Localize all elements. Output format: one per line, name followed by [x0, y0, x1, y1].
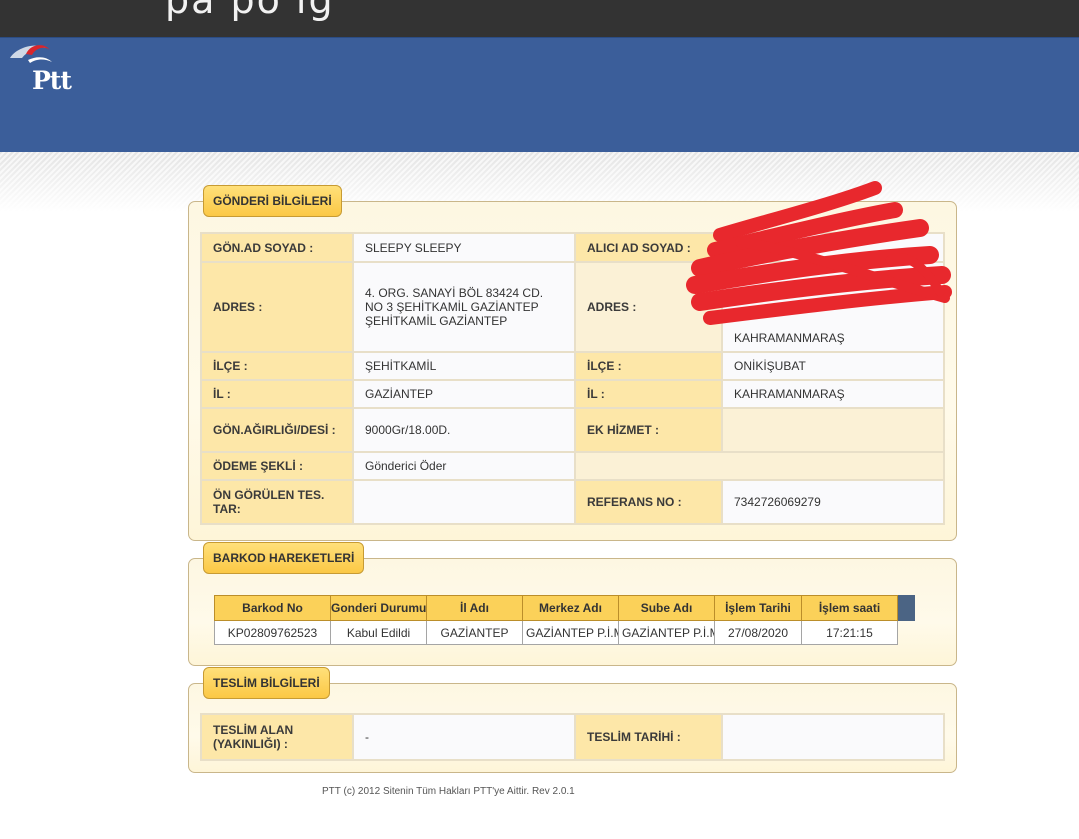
table-row: İLÇE : ŞEHİTKAMİL İLÇE : ONİKİŞUBAT: [200, 351, 945, 381]
redaction-scribble: [686, 181, 952, 325]
reference-no-label: REFERANS NO :: [574, 479, 723, 525]
teslim-table: TESLİM ALAN (YAKINLIĞI) : - TESLİM TARİH…: [200, 713, 945, 761]
table-row: ÖDEME ŞEKLİ : Gönderici Öder: [200, 451, 945, 481]
top-bar-text: pa po ig: [165, 0, 335, 22]
logo-text: Ptt: [32, 66, 72, 95]
table-row: ÖN GÖRÜLEN TES. TAR: REFERANS NO : 73427…: [200, 479, 945, 525]
receiver-city-label: İL :: [574, 379, 723, 409]
site-header: Ptt: [0, 37, 1079, 152]
ptt-logo[interactable]: Ptt: [6, 38, 86, 98]
sender-city-value: GAZİANTEP: [352, 379, 576, 409]
footer-copyright: PTT (c) 2012 Sitenin Tüm Hakları PTT'ye …: [322, 786, 575, 797]
sender-address-value: 4. ORG. SANAYİ BÖL 83424 CD. NO 3 ŞEHİTK…: [352, 261, 576, 353]
column-header[interactable]: Gonderi Durumu: [330, 595, 427, 621]
column-header[interactable]: İşlem Tarihi: [714, 595, 802, 621]
sender-district-label: İLÇE :: [200, 351, 354, 381]
column-header[interactable]: Barkod No: [214, 595, 331, 621]
status-cell: Kabul Edildi: [330, 620, 427, 645]
reference-no-value: 7342726069279: [721, 479, 945, 525]
branch-cell: GAZİANTEP P.İ.M.: [618, 620, 715, 645]
time-cell: 17:21:15: [801, 620, 898, 645]
table-row: KP02809762523 Kabul Edildi GAZİANTEP GAZ…: [214, 620, 915, 645]
sender-address-label: ADRES :: [200, 261, 354, 353]
city-cell: GAZİANTEP: [426, 620, 523, 645]
receiver-district-label: İLÇE :: [574, 351, 723, 381]
barcode-cell: KP02809762523: [214, 620, 331, 645]
recipient-value: -: [352, 713, 576, 761]
gonderi-bilgileri-title: GÖNDERİ BİLGİLERİ: [203, 185, 342, 217]
barkod-hareketleri-section: BARKOD HAREKETLERİ Barkod No Gonderi Dur…: [188, 542, 957, 666]
recipient-label: TESLİM ALAN (YAKINLIĞI) :: [200, 713, 354, 761]
sender-name-value: SLEEPY SLEEPY: [352, 232, 576, 263]
table-header-row: Barkod No Gonderi Durumu İl Adı Merkez A…: [214, 595, 915, 621]
expected-delivery-label: ÖN GÖRÜLEN TES. TAR:: [200, 479, 354, 525]
table-row: İL : GAZİANTEP İL : KAHRAMANMARAŞ: [200, 379, 945, 409]
column-header[interactable]: İl Adı: [426, 595, 523, 621]
payment-type-value: Gönderici Öder: [352, 451, 576, 481]
extra-service-label: EK HİZMET :: [574, 407, 723, 453]
weight-label: GÖN.AĞIRLIĞI/DESİ :: [200, 407, 354, 453]
delivery-date-value: [721, 713, 945, 761]
date-cell: 27/08/2020: [714, 620, 802, 645]
barcode-movements-table: Barkod No Gonderi Durumu İl Adı Merkez A…: [214, 595, 915, 645]
empty-cell: [574, 451, 945, 481]
sender-name-label: GÖN.AD SOYAD :: [200, 232, 354, 263]
teslim-bilgileri-title: TESLİM BİLGİLERİ: [203, 667, 330, 699]
sender-city-label: İL :: [200, 379, 354, 409]
receiver-district-value: ONİKİŞUBAT: [721, 351, 945, 381]
receiver-city-value: KAHRAMANMARAŞ: [721, 379, 945, 409]
expected-delivery-value: [352, 479, 576, 525]
table-scrollbar[interactable]: [897, 595, 915, 621]
sender-district-value: ŞEHİTKAMİL: [352, 351, 576, 381]
teslim-bilgileri-section: TESLİM BİLGİLERİ TESLİM ALAN (YAKINLIĞI)…: [188, 667, 957, 773]
barkod-hareketleri-title: BARKOD HAREKETLERİ: [203, 542, 365, 574]
weight-value: 9000Gr/18.00D.: [352, 407, 576, 453]
delivery-date-label: TESLİM TARİHİ :: [574, 713, 723, 761]
column-header[interactable]: Merkez Adı: [522, 595, 619, 621]
payment-type-label: ÖDEME ŞEKLİ :: [200, 451, 354, 481]
column-header[interactable]: Sube Adı: [618, 595, 715, 621]
table-row: GÖN.AĞIRLIĞI/DESİ : 9000Gr/18.00D. EK Hİ…: [200, 407, 945, 453]
table-row: TESLİM ALAN (YAKINLIĞI) : - TESLİM TARİH…: [200, 713, 945, 761]
extra-service-value: [721, 407, 945, 453]
empty-cell: [898, 621, 915, 645]
column-header[interactable]: İşlem saati: [801, 595, 898, 621]
center-cell: GAZİANTEP P.İ.M.: [522, 620, 619, 645]
top-bar: pa po ig: [0, 0, 1079, 37]
